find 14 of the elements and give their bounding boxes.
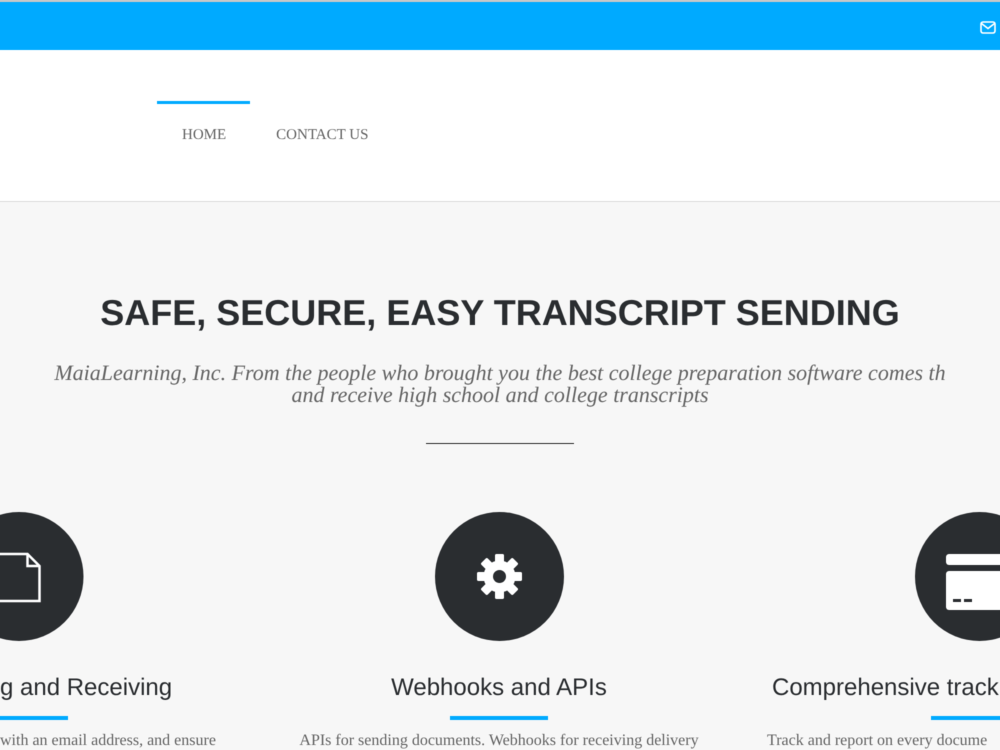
nav-link[interactable]: CONTACT US — [251, 101, 392, 144]
accent-bar — [931, 716, 1000, 720]
feature-description: with an email address, and ensure — [0, 732, 216, 749]
nav-link[interactable]: HOME — [157, 101, 250, 144]
feature-title: g and Receiving — [0, 673, 172, 703]
gear-icon — [434, 512, 564, 641]
feature-description: Track and report on every docume — [767, 732, 988, 749]
feature-title: Webhooks and APIs — [391, 673, 607, 703]
feature-title: Comprehensive track — [772, 673, 999, 703]
feature-description: APIs for sending documents. Webhooks for receiving delivery — [299, 732, 699, 749]
hero-heading: SAFE, SECURE, EASY TRANSCRIPT SENDING — [99, 292, 901, 334]
hero-subtitle: MaiaLearning, Inc. From the people who brought you the best college preparation software comes th and receive high school and college transcripts — [53, 362, 947, 406]
accent-bar — [0, 716, 68, 720]
mail-icon[interactable] — [980, 21, 996, 34]
